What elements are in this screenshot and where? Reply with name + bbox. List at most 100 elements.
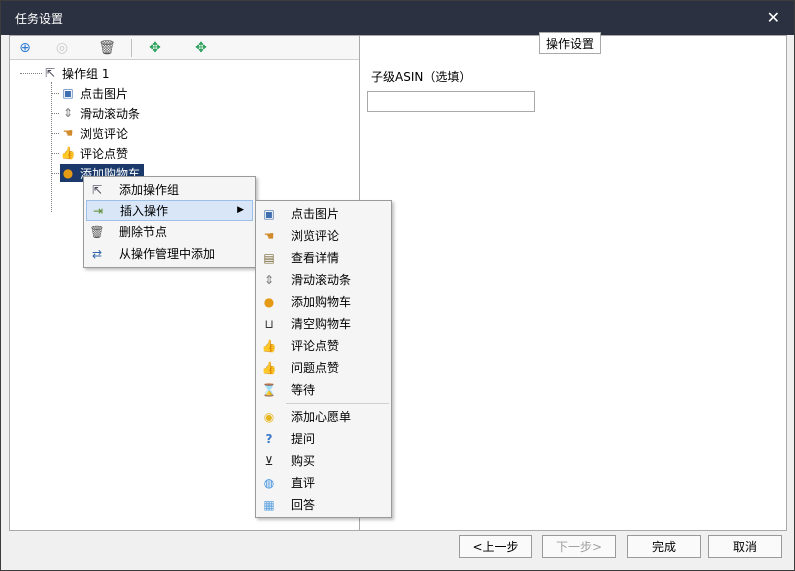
- submenu-item-label: 提问: [291, 432, 316, 446]
- tree-node[interactable]: 👍 评论点赞: [60, 144, 129, 162]
- image-icon: ▣: [62, 86, 74, 100]
- submenu-item-label: 添加心愿单: [291, 410, 352, 424]
- submenu-item-label: 浏览评论: [291, 229, 340, 243]
- cart-add-icon: ●: [263, 294, 275, 309]
- tree-connector: [51, 133, 59, 134]
- insert-submenu: ▣ 点击图片 ☚ 浏览评论 ▤ 查看详情 ⇕ 滑动滚动条 ● 添加购物车 ⊔ 清…: [255, 200, 392, 518]
- tree-root-node[interactable]: ⇱ 操作组 1: [42, 64, 109, 82]
- submenu-item-label: 直评: [291, 476, 316, 490]
- scroll-icon: ⇕: [263, 272, 275, 287]
- cursor-icon: ⇱: [44, 66, 56, 80]
- submenu-item-label: 问题点赞: [291, 361, 340, 375]
- submenu-item-label: 滑动滚动条: [291, 273, 352, 287]
- hourglass-icon: ⌛: [261, 382, 277, 397]
- thumbs-up-icon: 👍: [261, 338, 277, 353]
- submenu-item[interactable]: 👍 问题点赞: [258, 357, 389, 378]
- submenu-item[interactable]: ☚ 浏览评论: [258, 225, 389, 246]
- tree-node-label: 操作组 1: [62, 66, 110, 81]
- submenu-item[interactable]: ▤ 查看详情: [258, 247, 389, 268]
- menu-item-add-group[interactable]: ⇱ 添加操作组: [86, 179, 253, 200]
- tree-node[interactable]: ⇕ 滑动滚动条: [60, 104, 140, 122]
- menu-item-label: 从操作管理中添加: [119, 247, 216, 261]
- close-icon[interactable]: ✕: [767, 8, 780, 27]
- tree-connector: [51, 113, 59, 114]
- submenu-item[interactable]: ⊻ 购买: [258, 450, 389, 471]
- answer-icon: ▦: [263, 497, 275, 512]
- submenu-item-label: 点击图片: [291, 207, 340, 221]
- prev-step-button[interactable]: <上一步: [459, 535, 532, 558]
- tree-node-label: 评论点赞: [80, 146, 129, 161]
- submenu-item[interactable]: ◉ 添加心愿单: [258, 406, 389, 427]
- wishlist-icon: ◉: [263, 409, 275, 424]
- menu-item-label: 插入操作: [120, 204, 169, 218]
- submenu-arrow-icon: ▶: [237, 205, 244, 215]
- submenu-item[interactable]: ? 提问: [258, 428, 389, 449]
- tree-toolbar: ⊕ ◎ 🗑 ✥ ✥: [10, 36, 359, 60]
- menu-item-label: 删除节点: [119, 225, 168, 239]
- tree-node[interactable]: ▣ 点击图片: [60, 84, 128, 102]
- tree-node[interactable]: ☚ 浏览评论: [60, 124, 128, 142]
- import-icon: ⇄: [91, 246, 103, 261]
- submenu-separator: [286, 403, 389, 404]
- toolbar-separator: [131, 39, 132, 57]
- buy-cart-icon: ⊻: [264, 453, 274, 468]
- trash-icon[interactable]: 🗑: [98, 39, 116, 57]
- submenu-item[interactable]: 👍 评论点赞: [258, 335, 389, 356]
- tree-node-label: 浏览评论: [80, 126, 129, 141]
- submenu-item-label: 评论点赞: [291, 339, 340, 353]
- question-icon: ?: [265, 431, 273, 446]
- submenu-item[interactable]: ⇕ 滑动滚动条: [258, 269, 389, 290]
- cursor-icon: ⇱: [91, 182, 103, 197]
- image-icon: ▣: [263, 206, 275, 221]
- menu-item-label: 添加操作组: [119, 183, 180, 197]
- submenu-item-label: 添加购物车: [291, 295, 352, 309]
- title-bar: 任务设置 ✕: [1, 1, 794, 35]
- settings-pane: 操作设置 子级ASIN（选填）: [361, 32, 786, 530]
- menu-item-delete[interactable]: 🗑 删除节点: [86, 221, 253, 242]
- tree-node-label: 点击图片: [80, 86, 129, 101]
- settings-group-title: 操作设置: [539, 32, 602, 54]
- tree-connector: [51, 93, 59, 94]
- insert-icon: ⇥: [92, 203, 104, 218]
- finish-button[interactable]: 完成: [627, 535, 701, 558]
- content-area: ⊕ ◎ 🗑 ✥ ✥ ⇱ 操作组 1 ▣ 点击图片 ⇕ 滑动滚动条 ☚ 浏览评论 …: [9, 32, 787, 531]
- detail-icon: ▤: [263, 250, 275, 265]
- context-menu: ⇱ 添加操作组 ⇥ 插入操作 ▶ 🗑 删除节点 ⇄ 从操作管理中添加: [83, 176, 256, 268]
- task-settings-window: 任务设置 ✕ ⊕ ◎ 🗑 ✥ ✥ ⇱ 操作组 1 ▣ 点击图片 ⇕ 滑动滚动条 …: [0, 0, 795, 571]
- tree-connector: [20, 73, 42, 74]
- collapse-icon[interactable]: ✥: [192, 39, 210, 57]
- hand-icon: ☚: [263, 228, 275, 243]
- tree-connector: [51, 82, 52, 212]
- submenu-item[interactable]: ⊔ 清空购物车: [258, 313, 389, 334]
- cancel-button[interactable]: 取消: [708, 535, 782, 558]
- submenu-item[interactable]: ● 添加购物车: [258, 291, 389, 312]
- tree-connector: [51, 153, 59, 154]
- trash-icon: 🗑: [89, 224, 105, 239]
- scroll-icon: ⇕: [62, 106, 74, 120]
- thumbs-up-icon: 👍: [261, 360, 277, 375]
- submenu-item-label: 等待: [291, 383, 316, 397]
- child-asin-input[interactable]: [367, 91, 535, 112]
- next-step-button: 下一步>: [542, 535, 616, 558]
- hand-icon: ☚: [62, 126, 74, 140]
- thumbs-up-icon: 👍: [60, 146, 76, 160]
- submenu-item[interactable]: ◍ 直评: [258, 472, 389, 493]
- comment-icon: ◍: [263, 475, 275, 490]
- cart-add-icon: ●: [62, 166, 74, 180]
- submenu-item[interactable]: ▦ 回答: [258, 494, 389, 515]
- menu-item-insert[interactable]: ⇥ 插入操作 ▶: [86, 200, 253, 221]
- disabled-circle-icon: ◎: [55, 40, 69, 56]
- tree-node-label: 滑动滚动条: [80, 106, 141, 121]
- expand-icon[interactable]: ✥: [146, 39, 164, 57]
- submenu-item[interactable]: ⌛ 等待: [258, 379, 389, 400]
- add-circle-icon[interactable]: ⊕: [16, 39, 34, 57]
- tree-connector: [51, 173, 59, 174]
- submenu-item-label: 回答: [291, 498, 316, 512]
- submenu-item-label: 查看详情: [291, 251, 340, 265]
- submenu-item[interactable]: ▣ 点击图片: [258, 203, 389, 224]
- submenu-item-label: 清空购物车: [291, 317, 352, 331]
- menu-item-import[interactable]: ⇄ 从操作管理中添加: [86, 243, 253, 264]
- window-title: 任务设置: [15, 12, 64, 26]
- cart-empty-icon: ⊔: [264, 316, 274, 331]
- submenu-item-label: 购买: [291, 454, 316, 468]
